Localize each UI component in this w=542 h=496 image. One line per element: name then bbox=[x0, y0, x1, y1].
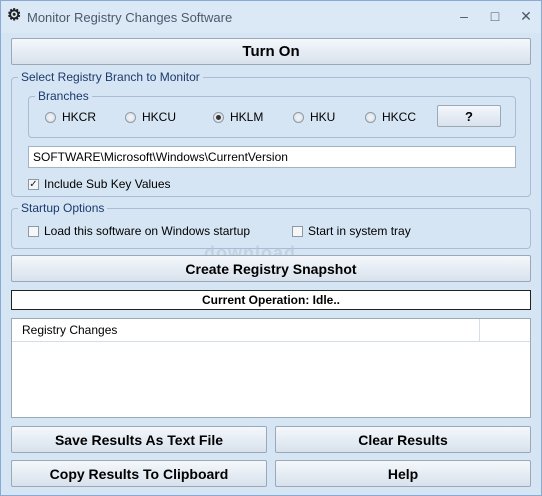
radio-circle bbox=[45, 111, 56, 123]
load-startup-label: Load this software on Windows startup bbox=[44, 224, 251, 238]
branch-group-title: Select Registry Branch to Monitor bbox=[18, 70, 203, 84]
checkbox-unchecked-icon bbox=[28, 225, 39, 237]
close-button[interactable]: ✕ bbox=[515, 6, 537, 26]
turn-on-button[interactable]: Turn On bbox=[11, 38, 531, 65]
app-window: ⚙ Monitor Registry Changes Software – □ … bbox=[0, 0, 542, 496]
clear-results-button[interactable]: Clear Results bbox=[275, 426, 531, 453]
minimize-button[interactable]: – bbox=[453, 6, 475, 26]
radio-circle-selected bbox=[213, 111, 224, 123]
column-divider[interactable] bbox=[479, 319, 480, 341]
copy-results-button[interactable]: Copy Results To Clipboard bbox=[11, 460, 267, 487]
include-subkeys-checkbox[interactable]: ✓ Include Sub Key Values bbox=[28, 177, 171, 191]
create-snapshot-button[interactable]: Create Registry Snapshot bbox=[11, 255, 531, 282]
radio-hku[interactable]: HKU bbox=[293, 110, 335, 124]
system-tray-label: Start in system tray bbox=[308, 224, 411, 238]
list-header: Registry Changes bbox=[12, 319, 530, 342]
save-results-button[interactable]: Save Results As Text File bbox=[11, 426, 267, 453]
radio-hklm[interactable]: HKLM bbox=[213, 110, 263, 124]
help-button[interactable]: Help bbox=[275, 460, 531, 487]
radio-hkcu[interactable]: HKCU bbox=[125, 110, 176, 124]
branches-group: Branches HKCR HKCU HKLM HKU HKCC ? bbox=[28, 89, 516, 138]
radio-hklm-label: HKLM bbox=[230, 110, 264, 124]
branch-help-button[interactable]: ? bbox=[437, 105, 501, 127]
checkbox-checked-icon: ✓ bbox=[28, 178, 39, 190]
registry-changes-list[interactable]: Registry Changes bbox=[11, 318, 531, 418]
radio-hkcc-label: HKCC bbox=[382, 110, 417, 124]
branches-title: Branches bbox=[35, 89, 92, 103]
window-title: Monitor Registry Changes Software bbox=[27, 10, 233, 25]
column-header-registry-changes[interactable]: Registry Changes bbox=[22, 323, 117, 337]
radio-circle bbox=[125, 111, 136, 123]
client-area: Turn On Select Registry Branch to Monito… bbox=[1, 33, 541, 495]
maximize-button[interactable]: □ bbox=[484, 6, 506, 26]
radio-hkcr[interactable]: HKCR bbox=[45, 110, 96, 124]
status-bar: Current Operation: Idle.. bbox=[11, 290, 531, 310]
radio-hkcu-label: HKCU bbox=[142, 110, 177, 124]
branch-group: Select Registry Branch to Monitor Branch… bbox=[11, 70, 531, 197]
radio-hkcc[interactable]: HKCC bbox=[365, 110, 416, 124]
radio-hku-label: HKU bbox=[310, 110, 336, 124]
load-startup-checkbox[interactable]: Load this software on Windows startup bbox=[28, 224, 250, 238]
app-icon: ⚙ bbox=[7, 7, 22, 24]
radio-hkcr-label: HKCR bbox=[62, 110, 97, 124]
startup-group-title: Startup Options bbox=[18, 201, 108, 215]
radio-circle bbox=[293, 111, 304, 123]
title-bar: ⚙ Monitor Registry Changes Software – □ … bbox=[1, 1, 541, 33]
system-tray-checkbox[interactable]: Start in system tray bbox=[292, 224, 411, 238]
checkbox-unchecked-icon bbox=[292, 225, 303, 237]
registry-path-input[interactable]: SOFTWARE\Microsoft\Windows\CurrentVersio… bbox=[28, 146, 516, 168]
radio-circle bbox=[365, 111, 376, 123]
include-subkeys-label: Include Sub Key Values bbox=[44, 177, 171, 191]
